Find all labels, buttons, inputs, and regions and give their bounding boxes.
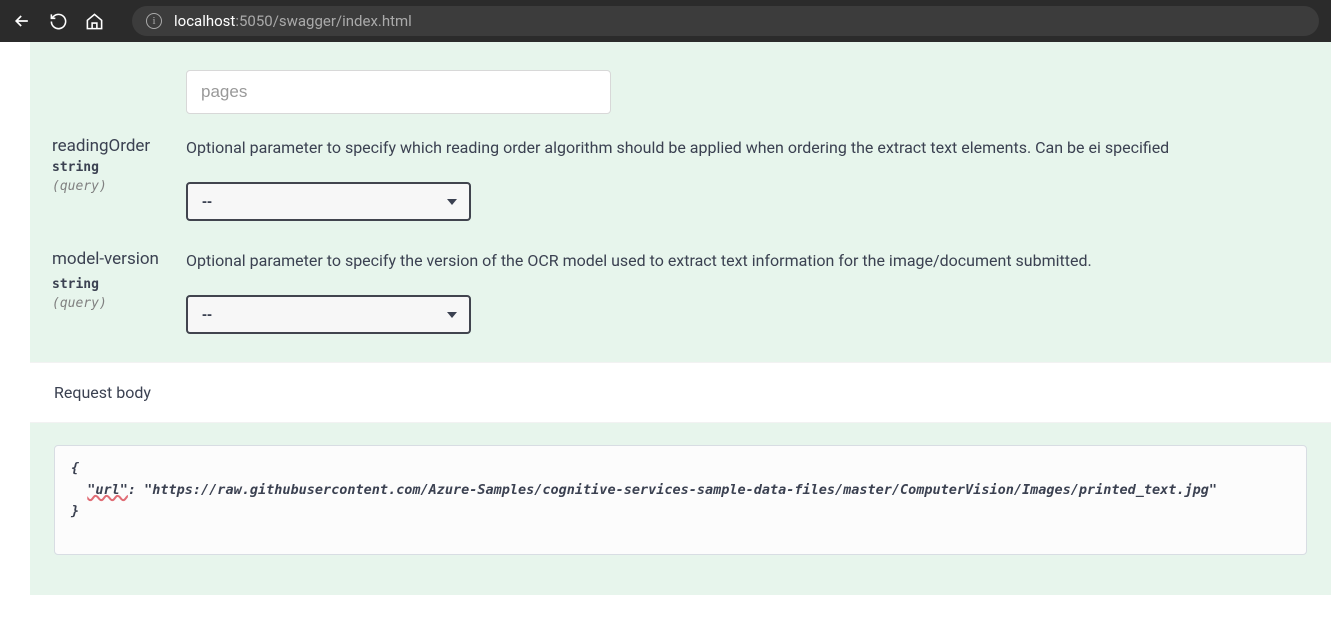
refresh-button[interactable] xyxy=(48,11,68,31)
param-row-pages-input xyxy=(30,42,1331,136)
param-in: (query) xyxy=(52,179,186,194)
param-description: Optional parameter to specify which read… xyxy=(186,136,1309,160)
param-name: model-version xyxy=(52,249,186,269)
request-body-header: Request body xyxy=(30,362,1331,423)
param-row-readingorder: readingOrder string (query) Optional par… xyxy=(30,136,1331,221)
browser-toolbar: i localhost:5050/swagger/index.html xyxy=(0,0,1331,42)
param-name: readingOrder xyxy=(52,136,186,156)
home-button[interactable] xyxy=(84,11,104,31)
param-type: string xyxy=(52,160,186,175)
request-body-section: { "url": "https://raw.githubusercontent.… xyxy=(30,423,1331,595)
pages-input[interactable] xyxy=(186,70,611,114)
address-bar[interactable]: i localhost:5050/swagger/index.html xyxy=(132,6,1319,36)
param-row-modelversion: model-version string (query) Optional pa… xyxy=(30,249,1331,334)
url-text: localhost:5050/swagger/index.html xyxy=(174,12,412,30)
modelversion-select[interactable]: -- xyxy=(186,295,471,334)
site-info-icon[interactable]: i xyxy=(146,13,162,29)
param-description: Optional parameter to specify the versio… xyxy=(186,249,1309,273)
swagger-params-section: readingOrder string (query) Optional par… xyxy=(30,42,1331,362)
readingorder-select[interactable]: -- xyxy=(186,182,471,221)
request-body-editor[interactable]: { "url": "https://raw.githubusercontent.… xyxy=(54,445,1307,555)
page-content: readingOrder string (query) Optional par… xyxy=(0,42,1331,617)
param-in: (query) xyxy=(52,296,186,311)
back-button[interactable] xyxy=(12,11,32,31)
param-type: string xyxy=(52,277,186,292)
